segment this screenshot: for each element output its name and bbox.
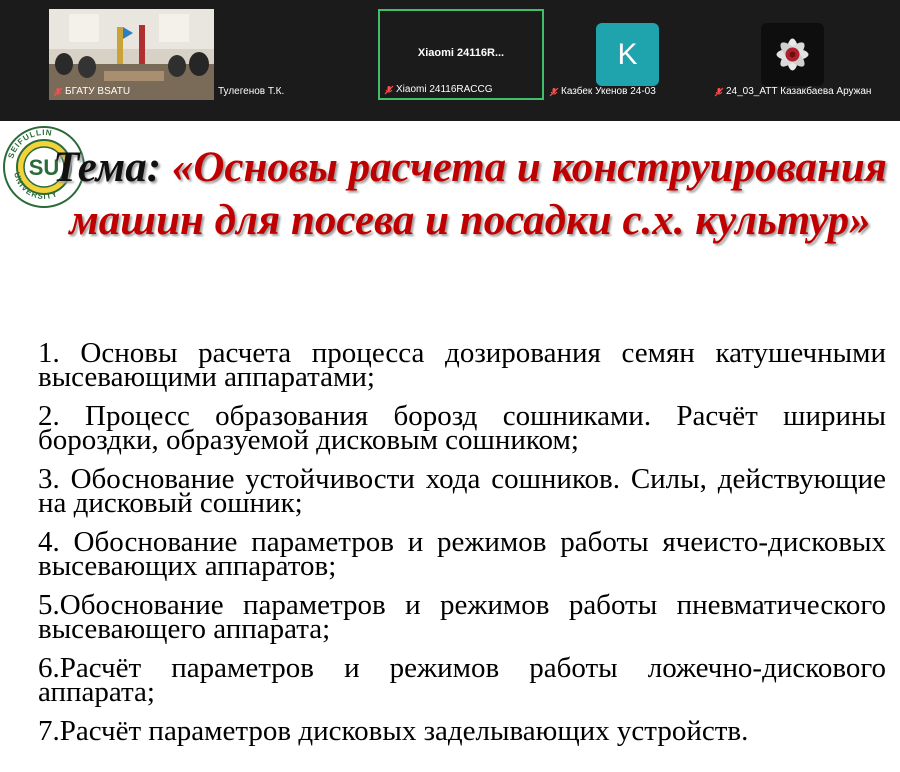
presentation-slide: SU SEIFULLIN UNIVERSITY Тема: «Основы ра… bbox=[0, 121, 900, 772]
title-text: «Основы расчета и конструирования машин … bbox=[69, 144, 887, 244]
list-item: 1. Основы расчета процесса дозирования с… bbox=[38, 337, 886, 393]
mic-muted-icon bbox=[384, 85, 394, 95]
topic-list: 1. Основы расчета процесса дозирования с… bbox=[38, 337, 886, 758]
slide-title: Тема: «Основы расчета и конструирования … bbox=[40, 141, 900, 247]
participant-name: Казбек Укенов 24-03 bbox=[549, 86, 656, 97]
mic-muted-icon bbox=[53, 87, 63, 97]
list-item: 2. Процесс образования борозд сошниками.… bbox=[38, 400, 886, 456]
avatar bbox=[761, 23, 824, 86]
participant-tile-ukenov[interactable]: K Казбек Укенов 24-03 bbox=[545, 9, 710, 100]
participants-strip: БГАТУ BSATU Тулегенов Т.К. Xiaomi 24116R… bbox=[0, 0, 900, 121]
avatar: K bbox=[596, 23, 659, 86]
participant-center-label: Xiaomi 24116R... bbox=[417, 47, 505, 59]
participant-name: Xiaomi 24116RACCG bbox=[384, 84, 493, 95]
list-item: 6.Расчёт параметров и режимов работы лож… bbox=[38, 652, 886, 708]
participant-name: 24_03_АТТ Казакбаева Аружан bbox=[714, 86, 871, 97]
participant-name: БГАТУ BSATU bbox=[53, 86, 130, 97]
flower-avatar-icon bbox=[776, 38, 809, 71]
mic-muted-icon bbox=[714, 87, 724, 97]
participant-tile-xiaomi-active[interactable]: Xiaomi 24116R... Xiaomi 24116RACCG bbox=[378, 9, 544, 100]
list-item: 5.Обоснование параметров и режимов работ… bbox=[38, 589, 886, 645]
list-item: 7.Расчёт параметров дисковых заделывающи… bbox=[38, 715, 749, 747]
participant-tile-kazakbaeva[interactable]: 24_03_АТТ Казакбаева Аружан bbox=[710, 9, 890, 100]
list-item: 4. Обоснование параметров и режимов рабо… bbox=[38, 526, 886, 582]
list-item: 3. Обоснование устойчивости хода сошнико… bbox=[38, 463, 886, 519]
mic-muted-icon bbox=[549, 87, 559, 97]
title-label: Тема: bbox=[53, 144, 162, 191]
participant-tile-bsatu[interactable]: БГАТУ BSATU bbox=[49, 9, 214, 100]
participant-name: Тулегенов Т.К. bbox=[218, 86, 285, 97]
participant-tile-tulegenov[interactable]: Тулегенов Т.К. bbox=[214, 9, 379, 100]
